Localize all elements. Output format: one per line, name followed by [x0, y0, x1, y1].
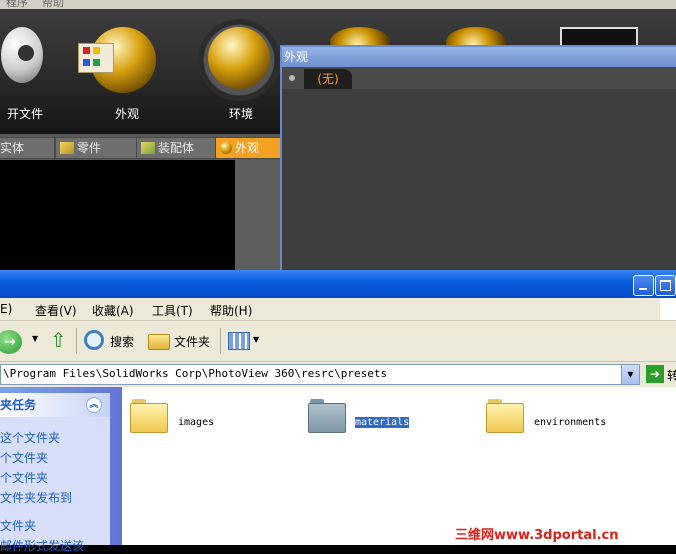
appearance-label: 外观	[114, 107, 139, 121]
folders-button[interactable]: 文件夹	[146, 328, 216, 354]
folder-tasks-header[interactable]: 夹任务 ︽	[0, 393, 110, 417]
open-file-label: 开文件	[6, 107, 43, 121]
task-item[interactable]: 邮件形式发送该	[0, 537, 84, 554]
folder-name: environments	[534, 417, 607, 428]
appearance-tool[interactable]: 外观	[72, 9, 182, 134]
menu-tools[interactable]: 工具(T)	[152, 302, 193, 319]
task-pane: 夹任务 ︽ 这个文件夹 个文件夹 个文件夹 文件夹发布到 文件夹 邮件形式发送该	[0, 387, 122, 553]
address-text: \Program Files\SolidWorks Corp\PhotoView…	[3, 367, 388, 380]
task-item[interactable]: 个文件夹	[0, 469, 48, 486]
gold-ball-icon	[220, 142, 232, 154]
search-label: 搜索	[110, 335, 135, 349]
preview-area	[0, 160, 235, 270]
up-arrow-icon: ⇧	[50, 328, 67, 352]
folder-icon	[486, 397, 524, 433]
address-bar: \Program Files\SolidWorks Corp\PhotoView…	[0, 362, 676, 388]
tab-appearance-label: 外观	[235, 141, 260, 155]
views-button[interactable]: ▼	[228, 331, 262, 353]
tab-assembly[interactable]: 装配体	[136, 137, 216, 159]
folder-icon	[148, 334, 170, 350]
tab-none[interactable]: (无)	[304, 69, 352, 89]
dropdown-arrow-icon[interactable]: ▼	[32, 334, 38, 343]
search-button[interactable]: 搜索	[82, 328, 140, 354]
minimize-icon	[639, 288, 647, 290]
minimize-button[interactable]	[633, 275, 654, 296]
forward-button[interactable]: →	[0, 330, 22, 354]
folder-view: images materials environments	[122, 387, 676, 545]
tab-solid[interactable]: 实体	[0, 137, 55, 159]
maximize-icon	[660, 280, 671, 291]
collapse-chevron-icon[interactable]: ︽	[86, 397, 102, 413]
appearance-panel-body	[282, 89, 676, 272]
search-icon	[84, 330, 104, 350]
address-dropdown-button[interactable]: ▼	[621, 365, 639, 384]
go-arrow-icon: ➔	[646, 365, 664, 383]
explorer-titlebar[interactable]	[0, 270, 676, 298]
assembly-icon	[141, 142, 155, 154]
appearance-panel-title[interactable]: 外观	[282, 47, 676, 67]
menu-edit[interactable]: E)	[0, 302, 12, 316]
tab-assembly-label: 装配体	[158, 141, 195, 155]
maximize-button[interactable]	[655, 275, 676, 296]
bullet-icon	[289, 75, 295, 81]
go-button[interactable]: ➔ 转	[646, 365, 676, 384]
folder-tasks-box: 夹任务 ︽ 这个文件夹 个文件夹 个文件夹 文件夹发布到 文件夹 邮件形式发送该	[0, 393, 110, 553]
windows-logo-icon	[660, 298, 676, 320]
task-item[interactable]: 文件夹	[0, 517, 36, 534]
tab-solid-label: 实体	[0, 141, 25, 155]
watermark-text: 三维网www.3dportal.cn	[455, 528, 619, 543]
task-item[interactable]: 文件夹发布到	[0, 489, 72, 506]
folders-label: 文件夹	[174, 335, 211, 349]
menu-favorites[interactable]: 收藏(A)	[92, 302, 134, 319]
tab-appearance[interactable]: 外观	[215, 137, 281, 159]
tab-part-label: 零件	[77, 141, 102, 155]
preview-side-panel	[235, 160, 280, 270]
arrow-right-icon: →	[4, 334, 16, 350]
tab-part[interactable]: 零件	[55, 137, 139, 159]
folder-name: materials	[355, 417, 410, 428]
explorer-toolbar: → ▼ ⇧ 搜索 文件夹 ▼	[0, 321, 676, 362]
explorer-menubar: E) 查看(V) 收藏(A) 工具(T) 帮助(H)	[0, 298, 676, 321]
views-icon	[228, 332, 250, 350]
go-label: 转	[667, 369, 676, 383]
up-folder-button[interactable]: ⇧	[48, 328, 70, 352]
appearance-tab-strip: (无)	[282, 67, 676, 89]
folder-name: images	[178, 417, 215, 428]
dropdown-arrow-icon: ▼	[253, 335, 260, 344]
folder-icon	[130, 397, 168, 433]
pv-menubar: 程序 帮助	[0, 0, 676, 9]
folder-tasks-title: 夹任务	[0, 398, 37, 412]
address-input[interactable]: \Program Files\SolidWorks Corp\PhotoView…	[0, 364, 640, 385]
folder-icon	[308, 397, 346, 433]
palette-icon	[78, 43, 114, 73]
task-item[interactable]: 这个文件夹	[0, 429, 60, 446]
menu-help[interactable]: 帮助(H)	[210, 302, 252, 319]
pv-menu-item[interactable]: 程序	[6, 0, 28, 9]
gold-sphere-icon	[208, 27, 270, 89]
sphere-socket-icon	[18, 45, 34, 61]
pv-tab-bar: 实体 零件 装配体 外观	[0, 134, 281, 160]
open-file-tool[interactable]: 开文件	[0, 9, 70, 134]
pv-menu-item[interactable]: 帮助	[42, 0, 64, 9]
task-item[interactable]: 个文件夹	[0, 449, 48, 466]
appearance-panel: 外观 (无)	[280, 45, 676, 272]
part-icon	[60, 142, 74, 154]
menu-view[interactable]: 查看(V)	[35, 302, 77, 319]
